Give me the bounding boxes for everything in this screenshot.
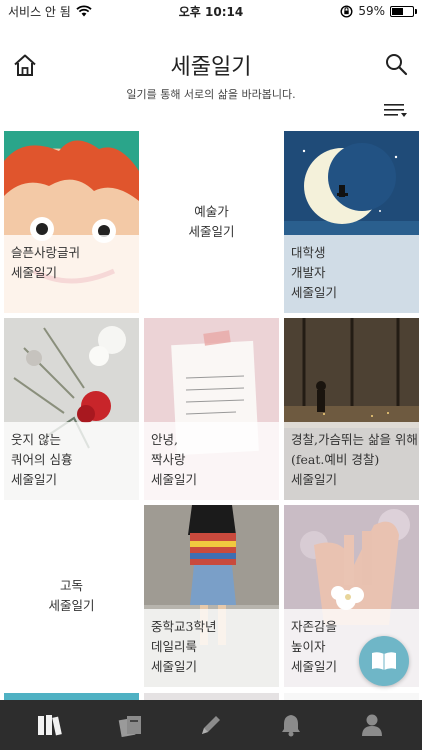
journal-subtitle: 쿼어의 심흉 bbox=[11, 452, 73, 467]
journal-card[interactable]: 경찰,가슴뛰는 삶을 위해 (feat.예비 경찰) 세줄일기 bbox=[284, 318, 419, 500]
tab-write[interactable] bbox=[191, 705, 231, 745]
search-icon[interactable] bbox=[384, 52, 408, 76]
person-icon bbox=[361, 714, 382, 736]
app-header: 세줄일기 일기를 통해 서로의 삶을 바라봅니다. bbox=[0, 22, 422, 128]
status-bar: 서비스 안 됨 오후 10:14 59% bbox=[0, 0, 422, 22]
journal-caption: 대학생 개발자 세줄일기 bbox=[284, 235, 419, 313]
journal-card[interactable]: 고독 세줄일기 bbox=[4, 505, 139, 687]
wifi-icon bbox=[76, 5, 92, 17]
journal-subtitle: (feat.예비 경찰) bbox=[291, 452, 380, 467]
journal-title: 고독 bbox=[59, 578, 83, 593]
journal-subtitle: 세줄일기 bbox=[188, 224, 235, 239]
books-icon bbox=[118, 716, 141, 737]
journal-grid: 슬픈사랑글귀 세줄일기 예술가 세줄일기 대학생 개발자 세줄일기 웃지 않는 … bbox=[4, 131, 419, 687]
journal-subtitle: 세줄일기 bbox=[291, 285, 338, 300]
journal-subtitle: 데일리룩 bbox=[151, 639, 198, 654]
journal-caption: 고독 세줄일기 bbox=[4, 505, 139, 687]
page-title: 세줄일기 bbox=[170, 55, 252, 80]
journal-subtitle: 개발자 bbox=[291, 265, 326, 280]
journal-caption: 예술가 세줄일기 bbox=[144, 131, 279, 313]
journal-caption: 중학교3학년 데일리룩 세줄일기 bbox=[144, 609, 279, 687]
journal-title: 슬픈사랑글귀 bbox=[11, 245, 81, 260]
journal-card[interactable]: 안녕, 짝사랑 세줄일기 bbox=[144, 318, 279, 500]
journal-subtitle: 짝사랑 bbox=[151, 452, 186, 467]
journal-title: 웃지 않는 bbox=[11, 432, 61, 447]
pencil-icon bbox=[201, 716, 220, 734]
journal-title: 안녕, bbox=[151, 432, 178, 447]
journal-card[interactable]: 중학교3학년 데일리룩 세줄일기 bbox=[144, 505, 279, 687]
sort-menu-icon[interactable] bbox=[384, 102, 408, 118]
tab-notifications[interactable] bbox=[271, 705, 311, 745]
journal-title: 경찰,가슴뛰는 삶을 위해 bbox=[291, 432, 418, 447]
journal-subtitle: 세줄일기 bbox=[48, 598, 95, 613]
journal-caption: 웃지 않는 쿼어의 심흉 세줄일기 bbox=[4, 422, 139, 500]
page-subtitle: 일기를 통해 서로의 삶을 바라봅니다. bbox=[126, 88, 296, 101]
journal-caption: 슬픈사랑글귀 세줄일기 bbox=[4, 235, 139, 313]
tab-books[interactable] bbox=[111, 705, 151, 745]
journal-card[interactable]: 예술가 세줄일기 bbox=[144, 131, 279, 313]
book-icon bbox=[372, 652, 396, 670]
journal-subtitle: 세줄일기 bbox=[151, 472, 198, 487]
orientation-lock-icon bbox=[340, 4, 353, 18]
journal-title: 자존감을 bbox=[291, 619, 338, 634]
journal-card[interactable]: 웃지 않는 쿼어의 심흉 세줄일기 bbox=[4, 318, 139, 500]
journal-title: 중학교3학년 bbox=[151, 619, 217, 634]
open-book-button[interactable] bbox=[359, 636, 409, 686]
battery-icon bbox=[390, 5, 417, 17]
journal-card[interactable]: 슬픈사랑글귀 세줄일기 bbox=[4, 131, 139, 313]
tab-bookshelf[interactable] bbox=[30, 705, 70, 745]
carrier-label: 서비스 안 됨 bbox=[8, 4, 71, 19]
tab-profile[interactable] bbox=[352, 705, 392, 745]
journal-subtitle: 세줄일기 bbox=[151, 659, 198, 674]
journal-caption: 안녕, 짝사랑 세줄일기 bbox=[144, 422, 279, 500]
journal-caption: 경찰,가슴뛰는 삶을 위해 (feat.예비 경찰) 세줄일기 bbox=[284, 422, 419, 500]
bottom-tab-bar bbox=[0, 700, 422, 750]
journal-title: 대학생 bbox=[291, 245, 326, 260]
journal-card[interactable]: 대학생 개발자 세줄일기 bbox=[284, 131, 419, 313]
bell-icon bbox=[282, 715, 301, 737]
bookshelf-icon bbox=[38, 715, 62, 736]
battery-percent: 59% bbox=[358, 4, 385, 18]
journal-subtitle: 세줄일기 bbox=[11, 472, 58, 487]
journal-title: 예술가 bbox=[194, 204, 229, 219]
journal-subtitle: 세줄일기 bbox=[291, 472, 338, 487]
journal-subtitle: 세줄일기 bbox=[11, 265, 58, 280]
